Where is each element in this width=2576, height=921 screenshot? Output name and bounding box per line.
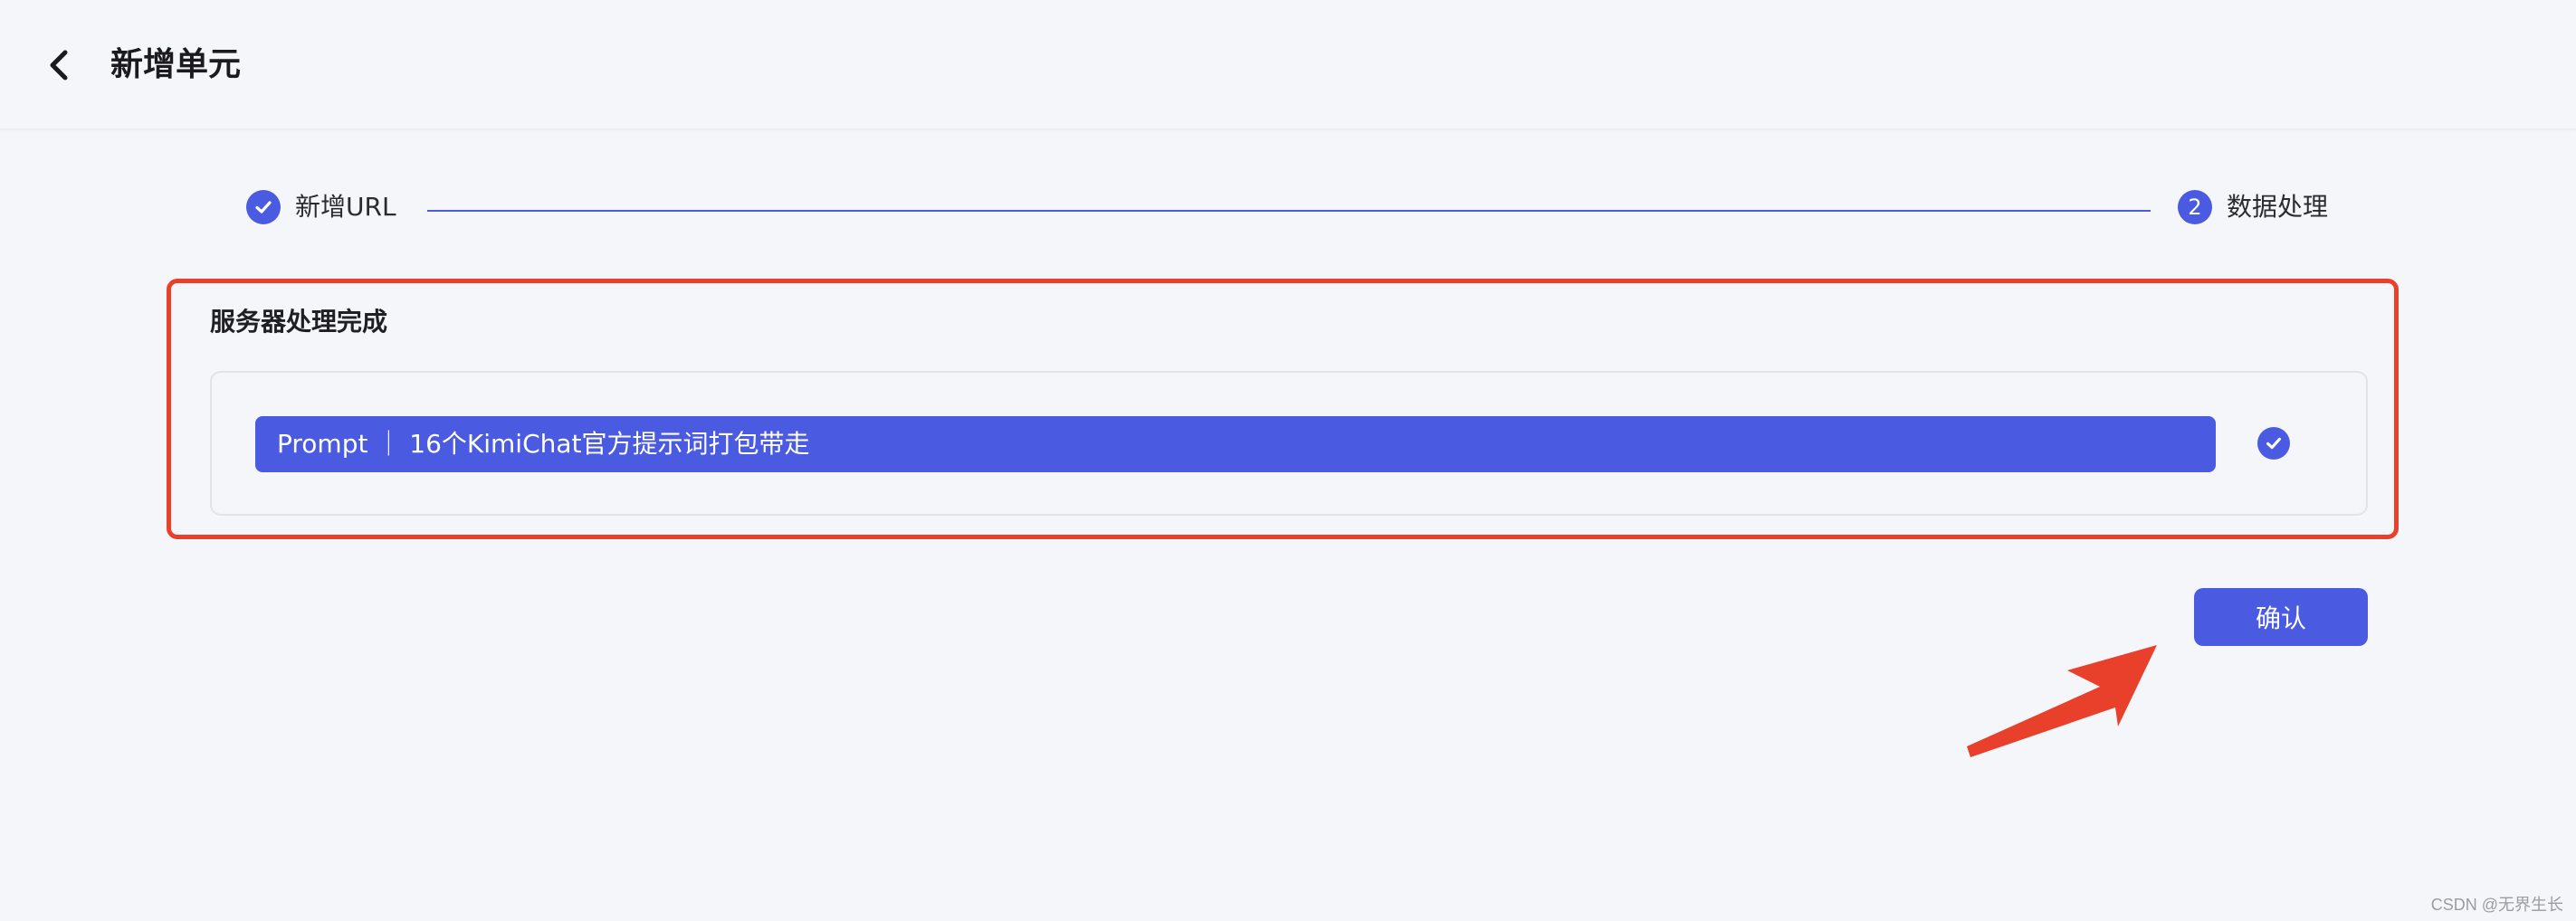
step-2-label: 数据处理	[2227, 192, 2329, 222]
check-circle-icon	[2257, 427, 2290, 460]
confirm-button[interactable]: 确认	[2194, 588, 2368, 646]
progress-bar: Prompt ｜ 16个KimiChat官方提示词打包带走	[255, 416, 2216, 472]
check-icon	[2266, 437, 2281, 450]
step-new-url: 新增URL	[246, 188, 396, 226]
step-data-processing: 2 数据处理	[2178, 188, 2328, 226]
step-2-number: 2	[2178, 190, 2212, 224]
step-1-label: 新增URL	[295, 192, 396, 222]
chevron-left-icon	[50, 50, 68, 81]
check-icon	[255, 201, 272, 214]
top-bar: 新增单元	[0, 0, 2576, 130]
page-title: 新增单元	[110, 46, 242, 83]
stepper-connector	[427, 210, 2151, 212]
watermark: CSDN @无界生长	[2430, 896, 2563, 914]
arrow-pointer-icon	[1967, 645, 2157, 757]
back-button[interactable]	[40, 40, 80, 90]
step-1-done-indicator	[246, 190, 281, 224]
section-title: 服务器处理完成	[210, 307, 388, 337]
